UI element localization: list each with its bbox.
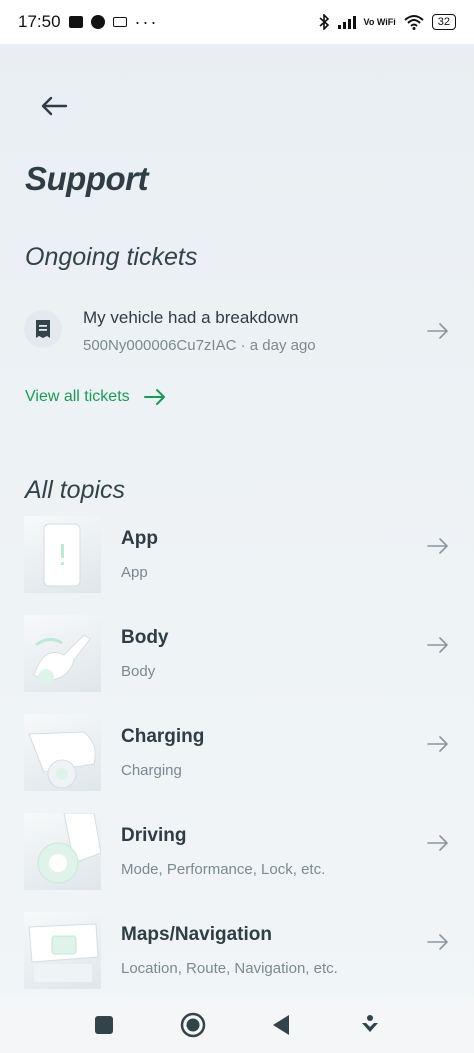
all-topics-heading: All topics xyxy=(25,476,126,504)
topic-title: Driving xyxy=(121,825,187,846)
arrow-right-icon xyxy=(427,835,448,851)
topic-subtitle: Charging xyxy=(121,762,182,779)
scooter-body-illustration xyxy=(24,615,101,692)
recent-apps-button[interactable] xyxy=(89,1010,119,1040)
scooter-wheel-illustration xyxy=(24,813,101,890)
status-time: 17:50 xyxy=(18,12,61,31)
topic-subtitle: Mode, Performance, Lock, etc. xyxy=(121,861,326,878)
arrow-right-icon xyxy=(427,637,448,653)
topic-title: Maps/Navigation xyxy=(121,924,272,945)
more-notifications-icon: ··· xyxy=(134,11,159,32)
arrow-right-icon xyxy=(143,389,165,405)
arrow-right-icon xyxy=(427,736,448,752)
cell-signal-icon xyxy=(337,15,356,29)
topic-subtitle: Location, Route, Navigation, etc. xyxy=(121,960,338,977)
gesture-button[interactable] xyxy=(355,1010,385,1040)
square-icon xyxy=(95,1016,114,1034)
arrow-right-icon xyxy=(427,323,448,339)
status-bar: 17:50 ··· Vo WiFi 32 xyxy=(0,0,474,44)
topic-title: App xyxy=(121,528,158,549)
battery-indicator: 32 xyxy=(431,14,456,30)
ticket-title: My vehicle had a breakdown xyxy=(83,308,299,327)
ticket-meta: 500Ny000006Cu7zIAC · a day ago xyxy=(83,337,316,354)
view-all-tickets-link[interactable]: View all tickets xyxy=(25,388,166,406)
scooter-charging-illustration xyxy=(24,714,101,791)
scooter-dashboard-illustration xyxy=(24,912,101,989)
topic-app[interactable]: App App xyxy=(24,516,450,594)
vowifi-label: Vo WiFi xyxy=(363,16,396,27)
ticket-row[interactable]: My vehicle had a breakdown 500Ny000006Cu… xyxy=(24,300,450,360)
ongoing-tickets-heading: Ongoing tickets xyxy=(25,243,198,271)
topic-subtitle: Body xyxy=(121,663,156,680)
view-all-tickets-label: View all tickets xyxy=(25,388,130,405)
status-left: 17:50 ··· xyxy=(18,12,159,33)
arrow-left-icon xyxy=(41,96,68,116)
receipt-icon xyxy=(24,310,62,348)
page-title: Support xyxy=(25,160,148,197)
home-circle-icon xyxy=(180,1012,205,1038)
system-nav-bar xyxy=(0,997,474,1053)
back-button[interactable] xyxy=(36,90,72,122)
arrow-right-icon xyxy=(427,934,448,950)
topic-maps-navigation[interactable]: Maps/Navigation Location, Route, Navigat… xyxy=(24,912,450,990)
back-triangle-icon xyxy=(273,1015,290,1035)
notification-icon xyxy=(112,17,127,27)
arrow-right-icon xyxy=(427,538,448,554)
topic-subtitle: App xyxy=(121,564,148,581)
home-button[interactable] xyxy=(178,1010,208,1040)
topic-body[interactable]: Body Body xyxy=(24,615,450,693)
download-gesture-icon xyxy=(361,1015,378,1032)
system-back-button[interactable] xyxy=(266,1010,296,1040)
topic-charging[interactable]: Charging Charging xyxy=(24,714,450,792)
topic-driving[interactable]: Driving Mode, Performance, Lock, etc. xyxy=(24,813,450,891)
topic-title: Charging xyxy=(121,726,205,747)
phone-illustration xyxy=(24,516,101,593)
wifi-icon xyxy=(404,15,424,30)
bluetooth-icon xyxy=(318,14,329,30)
chat-icon xyxy=(90,15,105,29)
message-icon xyxy=(68,16,83,28)
topic-title: Body xyxy=(121,627,169,648)
status-right: Vo WiFi 32 xyxy=(318,14,456,30)
